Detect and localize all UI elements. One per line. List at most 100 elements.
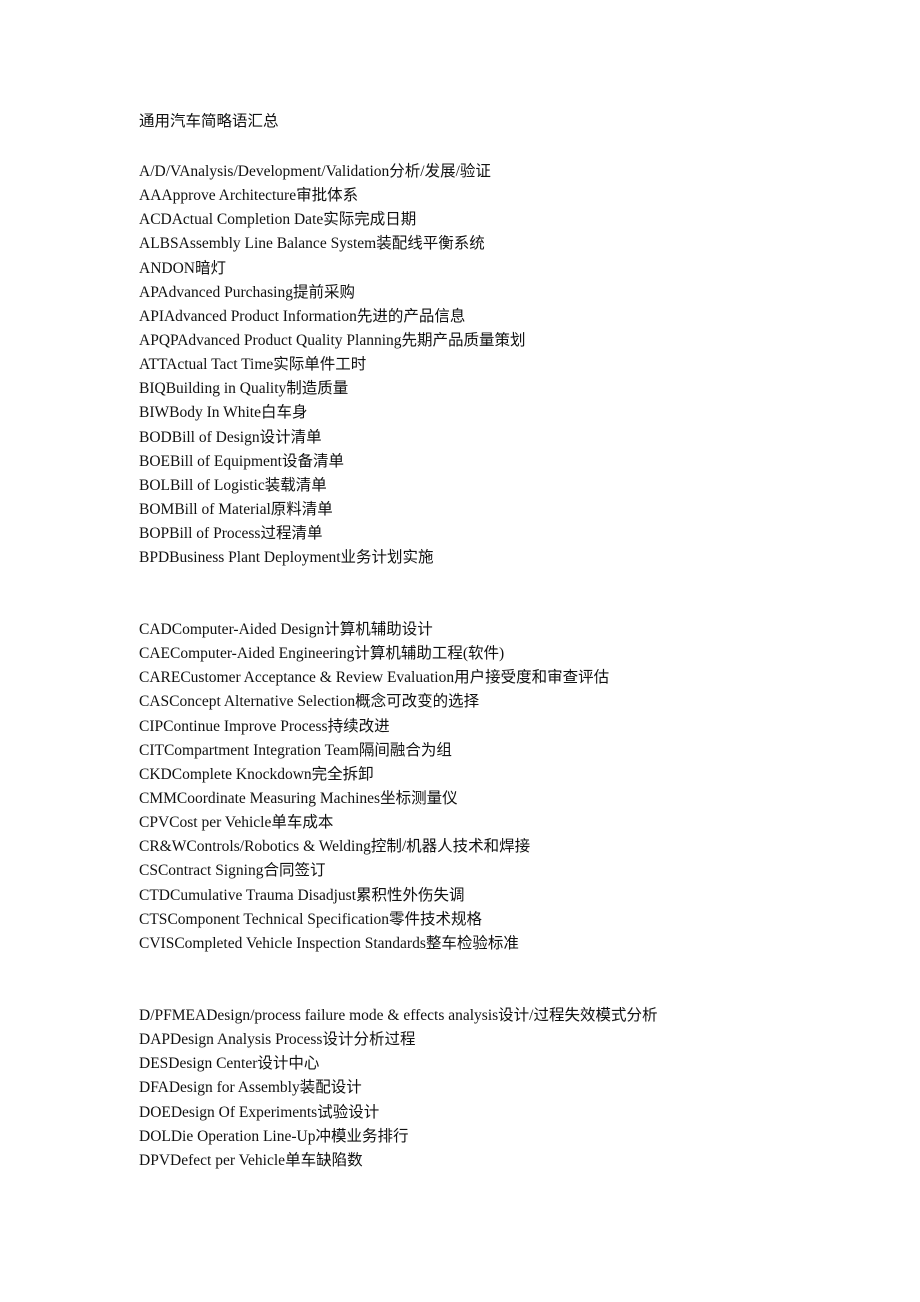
entry-english: Concept Alternative Selection <box>169 693 356 711</box>
entry-abbreviation: DES <box>139 1055 169 1073</box>
entry-chinese: 过程清单 <box>260 525 323 543</box>
entry-abbreviation: CIP <box>139 717 164 735</box>
entry-chinese: 合同签订 <box>263 862 326 880</box>
entry-abbreviation: BOP <box>139 525 170 543</box>
entry-english: Coordinate Measuring Machines <box>176 789 381 807</box>
entry-chinese: 实际完成日期 <box>323 211 417 229</box>
glossary-entry: BOPBill of Process过程清单 <box>139 522 526 546</box>
entry-english: Continue Improve Process <box>163 717 328 735</box>
glossary-entry: CPVCost per Vehicle单车成本 <box>139 811 609 835</box>
entry-abbreviation: DPV <box>139 1151 171 1169</box>
entry-english: Assembly Line Balance System <box>178 235 377 253</box>
entry-english: Bill of Logistic <box>170 476 265 494</box>
entry-english: Bill of Design <box>171 428 260 446</box>
entry-chinese: 装配设计 <box>299 1079 362 1097</box>
entry-english: Analysis/Development/Validation <box>179 163 390 180</box>
glossary-entry: DFADesign for Assembly装配设计 <box>139 1076 657 1100</box>
entry-chinese: 试验设计 <box>317 1103 380 1121</box>
entry-abbreviation: CPV <box>139 814 170 832</box>
entry-english: Body In White <box>169 404 261 422</box>
entry-chinese: 控制/机器人技术和焊接 <box>370 838 531 856</box>
entry-english: Advanced Purchasing <box>157 283 293 301</box>
entry-abbreviation: DOL <box>139 1127 171 1145</box>
entry-english: Actual Completion Date <box>171 211 324 229</box>
entry-chinese: 制造质量 <box>286 380 349 398</box>
entry-english: Contract Signing <box>157 862 264 880</box>
entry-english: Compartment Integration Team <box>163 741 359 759</box>
entry-chinese: 完全拆卸 <box>311 765 374 783</box>
entry-abbreviation: ALBS <box>139 235 179 253</box>
glossary-entry: DESDesign Center设计中心 <box>139 1052 657 1076</box>
glossary-entry: ATTActual Tact Time实际单件工时 <box>139 353 526 377</box>
entry-abbreviation: DFA <box>139 1079 169 1097</box>
entry-chinese: 业务计划实施 <box>340 549 434 567</box>
entry-abbreviation: BOE <box>139 452 170 470</box>
entry-english: Building in Quality <box>165 380 287 398</box>
glossary-entry: CTDCumulative Trauma Disadjust累积性外伤失调 <box>139 884 609 908</box>
entry-english: Component Technical Specification <box>167 910 390 928</box>
entry-abbreviation: BPD <box>139 549 170 567</box>
glossary-entry: AAApprove Architecture审批体系 <box>139 184 526 208</box>
entry-english: Cost per Vehicle <box>169 814 272 832</box>
entry-english: Design Center <box>168 1055 258 1073</box>
glossary-entry: CR&WControls/Robotics & Welding控制/机器人技术和… <box>139 835 609 859</box>
entry-english: Advanced Product Quality Planning <box>177 331 402 349</box>
entry-english: Computer-Aided Design <box>171 621 325 638</box>
glossary-entry: DPVDefect per Vehicle单车缺陷数 <box>139 1149 657 1173</box>
entry-abbreviation: BIQ <box>139 380 166 398</box>
entry-english: Bill of Material <box>174 500 271 518</box>
entry-abbreviation: A/D/V <box>139 163 180 180</box>
entry-chinese: 提前采购 <box>293 283 356 301</box>
glossary-entry: CARECustomer Acceptance & Review Evaluat… <box>139 666 609 690</box>
glossary-entry: DOEDesign Of Experiments试验设计 <box>139 1101 657 1125</box>
entry-english: Bill of Process <box>169 525 261 543</box>
section-c: CADComputer-Aided Design计算机辅助设计 CAEComput… <box>139 618 609 956</box>
glossary-entry: APIAdvanced Product Information先进的产品信息 <box>139 305 526 329</box>
entry-english: Die Operation Line-Up <box>170 1127 316 1145</box>
entry-chinese: 设计清单 <box>259 428 322 446</box>
entry-abbreviation: CARE <box>139 669 181 687</box>
entry-chinese: 设备清单 <box>281 452 344 470</box>
entry-abbreviation: CTD <box>139 886 170 904</box>
glossary-entry: CIPContinue Improve Process持续改进 <box>139 715 609 739</box>
glossary-entry: CTSComponent Technical Specification零件技术… <box>139 908 609 932</box>
entry-chinese: 坐标测量仪 <box>380 789 458 807</box>
entry-abbreviation: CAS <box>139 693 170 711</box>
document-title: 通用汽车简略语汇总 <box>139 113 279 130</box>
glossary-entry: APQPAdvanced Product Quality Planning先期产… <box>139 329 526 353</box>
entry-chinese: 单车成本 <box>271 814 334 832</box>
entry-chinese: 零件技术规格 <box>389 910 483 928</box>
entry-abbreviation: API <box>139 307 164 325</box>
entry-abbreviation: CVIS <box>139 934 175 952</box>
entry-english: Approve Architecture <box>161 187 297 205</box>
entry-abbreviation: DAP <box>139 1031 171 1049</box>
entry-chinese: 设计分析过程 <box>322 1031 416 1049</box>
section-a-b: A/D/VAnalysis/Development/Validation分析/发… <box>139 160 526 570</box>
entry-abbreviation: CIT <box>139 741 164 759</box>
entry-chinese: 白车身 <box>260 404 308 422</box>
entry-chinese: 持续改进 <box>327 717 390 735</box>
entry-chinese: 冲模业务排行 <box>315 1127 409 1145</box>
glossary-entry: ALBSAssembly Line Balance System装配线平衡系统 <box>139 232 526 256</box>
entry-abbreviation: CAD <box>139 621 172 638</box>
entry-chinese: 计算机辅助设计 <box>324 621 433 638</box>
entry-chinese: 装配线平衡系统 <box>376 235 485 253</box>
glossary-entry: CKDComplete Knockdown完全拆卸 <box>139 763 609 787</box>
glossary-entry: ANDON暗灯 <box>139 257 526 281</box>
section-d: D/PFMEADesign/process failure mode & eff… <box>139 1004 657 1173</box>
glossary-entry: CITCompartment Integration Team隔间融合为组 <box>139 739 609 763</box>
entry-abbreviation: APQP <box>139 331 178 349</box>
entry-abbreviation: CTS <box>139 910 168 928</box>
entry-english: Design/process failure mode & effects an… <box>206 1007 499 1024</box>
entry-english: Cumulative Trauma Disadjust <box>170 886 356 904</box>
entry-chinese: 累积性外伤失调 <box>356 886 465 904</box>
entry-english: Controls/Robotics & Welding <box>186 838 371 856</box>
entry-abbreviation: DOE <box>139 1103 171 1121</box>
glossary-entry: CMMCoordinate Measuring Machines坐标测量仪 <box>139 787 609 811</box>
entry-chinese: 实际单件工时 <box>273 356 367 374</box>
glossary-entry: CAEComputer-Aided Engineering计算机辅助工程(软件) <box>139 642 609 666</box>
entry-abbreviation: BIW <box>139 404 170 422</box>
entry-abbreviation: ANDON <box>139 259 195 277</box>
entry-chinese: 单车缺陷数 <box>285 1151 363 1169</box>
entry-abbreviation: ACD <box>139 211 172 229</box>
